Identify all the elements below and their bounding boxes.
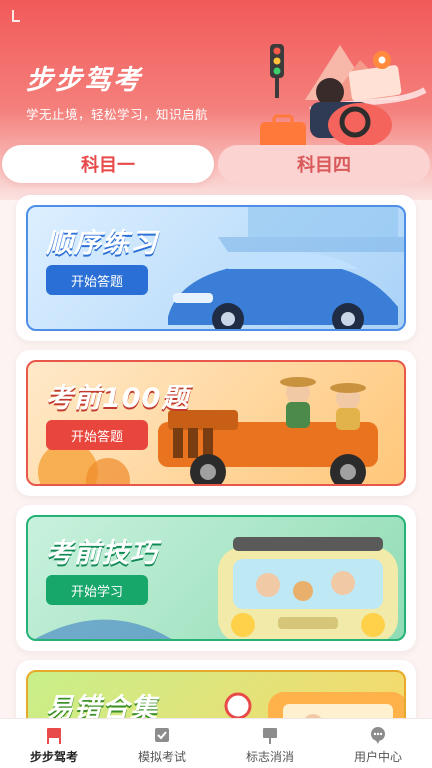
start-learning-button[interactable]: 开始学习 bbox=[46, 575, 148, 605]
app-title: 步步驾考 bbox=[26, 65, 142, 96]
nav-user-center[interactable]: 用户中心 bbox=[324, 723, 432, 767]
nav-user-center-label: 用户中心 bbox=[353, 750, 402, 764]
card-title: 考前100题 bbox=[46, 383, 190, 414]
start-answer-button[interactable]: 开始答题 bbox=[46, 265, 148, 295]
card-title: 考前技巧 bbox=[46, 538, 158, 569]
nav-mock-exam-label: 模拟考试 bbox=[137, 750, 186, 764]
chat-bubble-icon bbox=[371, 727, 385, 744]
exam-check-icon bbox=[155, 728, 169, 742]
card-top-100[interactable]: 考前100题 开始答题 bbox=[16, 350, 416, 496]
subject-tabs: 科目一 科目四 bbox=[0, 145, 432, 183]
tab-subject-one[interactable]: 科目一 bbox=[2, 145, 214, 183]
nav-home[interactable]: 步步驾考 bbox=[0, 723, 108, 767]
banner-sequential-practice: 顺序练习 开始答题 bbox=[26, 205, 406, 331]
app-slogan: 学无止境，轻松学习，知识启航 bbox=[26, 107, 209, 122]
status-bar-mark bbox=[12, 10, 20, 22]
nav-home-label: 步步驾考 bbox=[29, 750, 78, 764]
flag-icon bbox=[47, 728, 61, 744]
nav-sign-game[interactable]: 标志消消 bbox=[216, 723, 324, 767]
driving-hero-illustration bbox=[260, 44, 427, 158]
card-exam-tips[interactable]: 考前技巧 开始学习 bbox=[16, 505, 416, 651]
banner-exam-tips: 考前技巧 开始学习 bbox=[26, 515, 406, 641]
card-title: 顺序练习 bbox=[46, 228, 158, 259]
start-answer-button[interactable]: 开始答题 bbox=[46, 420, 148, 450]
bottom-tab-bar: 步步驾考 模拟考试 标志消消 用户中心 bbox=[0, 718, 432, 768]
banner-top-100: 考前100题 开始答题 bbox=[26, 360, 406, 486]
nav-mock-exam[interactable]: 模拟考试 bbox=[108, 723, 216, 767]
tab-subject-four[interactable]: 科目四 bbox=[218, 145, 430, 183]
sign-board-icon bbox=[263, 728, 277, 744]
nav-sign-game-label: 标志消消 bbox=[245, 750, 294, 764]
card-sequential-practice[interactable]: 顺序练习 开始答题 bbox=[16, 195, 416, 341]
